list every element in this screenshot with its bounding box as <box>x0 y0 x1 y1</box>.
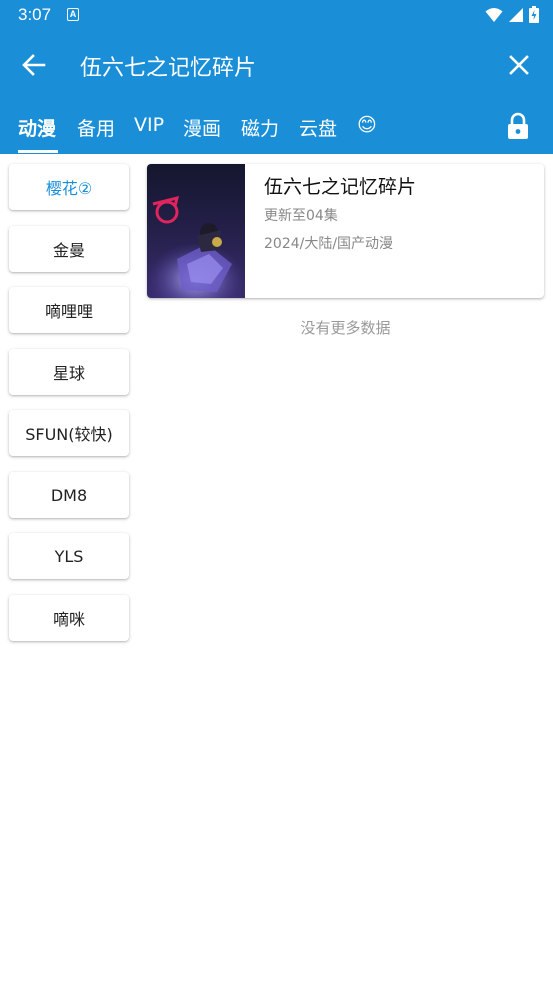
source-item-dm8[interactable]: DM8 <box>9 472 129 518</box>
source-item-dilili[interactable]: 嘀哩哩 <box>9 287 129 333</box>
tab-anime[interactable]: 动漫 <box>18 114 56 141</box>
source-item-yinghua2[interactable]: 樱花② <box>9 164 129 210</box>
search-query[interactable]: 伍六七之记忆碎片 <box>80 50 256 82</box>
app-bar: 伍六七之记忆碎片 动漫 备用 VIP 漫画 磁力 云盘 😊 <box>0 30 553 154</box>
arrow-left-icon <box>22 54 46 76</box>
source-item-sfun[interactable]: SFUN(较快) <box>9 410 129 456</box>
result-meta: 2024/大陆/国产动漫 <box>264 236 394 252</box>
tab-backup[interactable]: 备用 <box>77 114 115 141</box>
result-card[interactable]: 伍六七之记忆碎片 更新至04集 2024/大陆/国产动漫 <box>147 164 544 298</box>
status-icons <box>485 6 539 23</box>
category-tabs: 动漫 备用 VIP 漫画 磁力 云盘 😊 <box>0 110 553 154</box>
tab-comics[interactable]: 漫画 <box>183 114 221 141</box>
back-button[interactable] <box>18 50 50 80</box>
source-item-jinman[interactable]: 金曼 <box>9 226 129 272</box>
no-more-data-label: 没有更多数据 <box>300 319 391 337</box>
clear-search-button[interactable] <box>506 52 532 78</box>
lock-icon <box>508 112 528 139</box>
result-title: 伍六七之记忆碎片 <box>264 176 417 198</box>
notification-icon: A <box>67 8 79 21</box>
result-update-status: 更新至04集 <box>264 208 338 224</box>
lock-button[interactable] <box>507 112 529 140</box>
tab-cloud[interactable]: 云盘 <box>299 114 337 141</box>
source-item-dimi[interactable]: 嘀咪 <box>9 595 129 641</box>
status-time: 3:07 <box>18 5 52 24</box>
battery-icon <box>529 6 539 23</box>
signal-icon <box>509 7 523 22</box>
poster-image <box>147 164 245 298</box>
source-item-xingqiu[interactable]: 星球 <box>9 349 129 395</box>
status-bar: 3:07 A <box>0 0 553 30</box>
tab-indicator <box>18 150 58 153</box>
wifi-icon <box>485 7 503 22</box>
tab-emoji[interactable]: 😊 <box>357 114 377 136</box>
tab-magnet[interactable]: 磁力 <box>241 114 279 141</box>
close-icon <box>509 55 529 75</box>
tab-vip[interactable]: VIP <box>134 114 164 136</box>
source-item-yls[interactable]: YLS <box>9 533 129 579</box>
